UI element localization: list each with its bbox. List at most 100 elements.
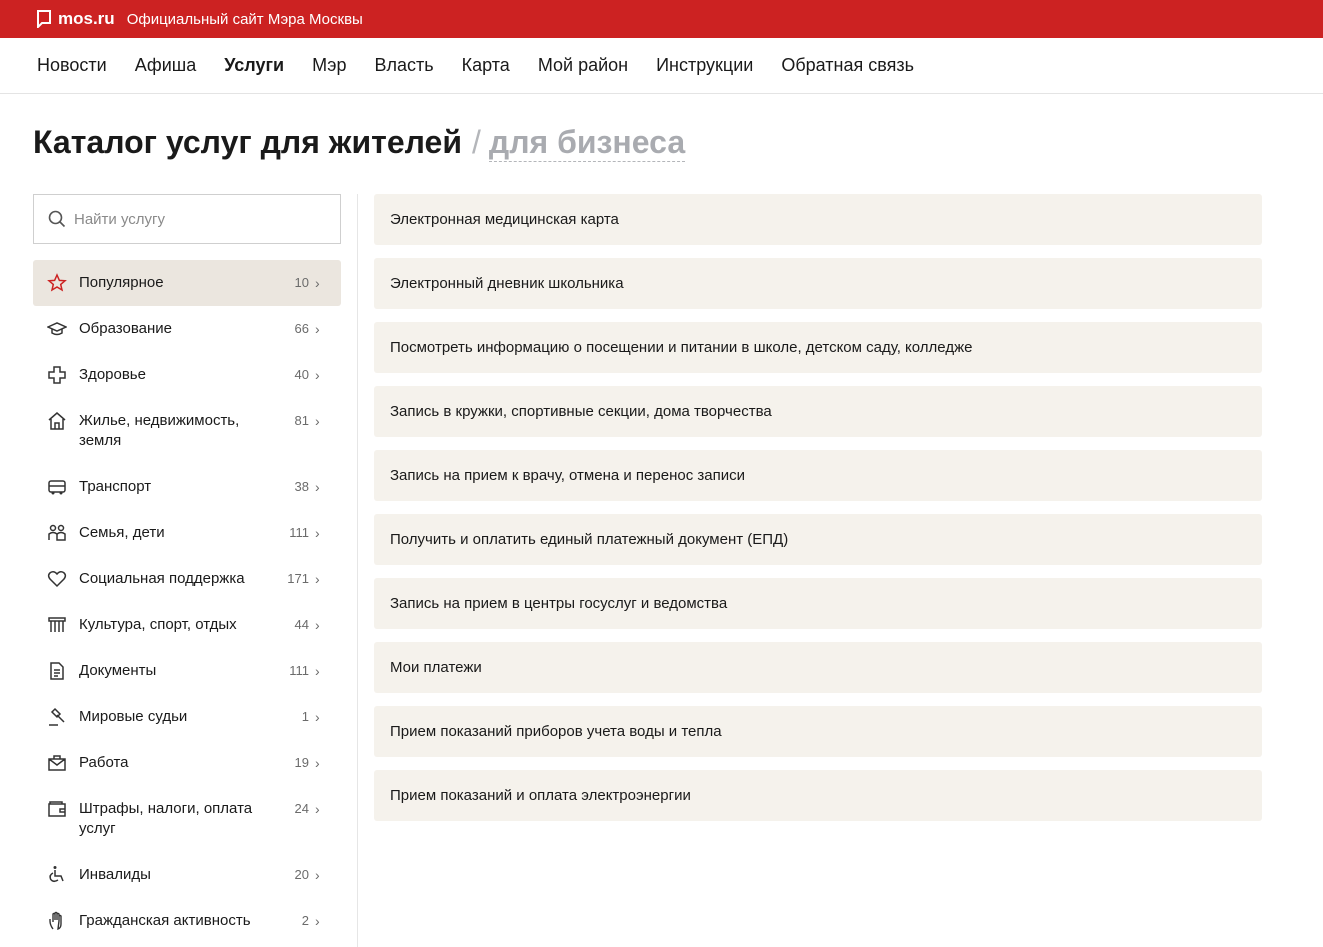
nav-item-2[interactable]: Услуги xyxy=(224,55,284,76)
category-0[interactable]: Популярное 10 › xyxy=(33,260,341,306)
chevron-right-icon: › xyxy=(315,479,320,495)
wallet-icon xyxy=(47,799,69,819)
service-item[interactable]: Электронная медицинская карта xyxy=(374,194,1262,245)
category-12[interactable]: Инвалиды 20 › xyxy=(33,852,341,898)
service-item[interactable]: Мои платежи xyxy=(374,642,1262,693)
chevron-right-icon: › xyxy=(315,321,320,337)
category-label: Инвалиды xyxy=(79,866,151,883)
chevron-right-icon: › xyxy=(315,413,320,429)
category-label: Семья, дети xyxy=(79,524,165,541)
category-label: Работа xyxy=(79,754,129,771)
category-count: 66 xyxy=(294,321,309,336)
category-9[interactable]: Мировые судьи 1 › xyxy=(33,694,341,740)
service-item[interactable]: Посмотреть информацию о посещении и пита… xyxy=(374,322,1262,373)
service-item[interactable]: Прием показаний и оплата электроэнергии xyxy=(374,770,1262,821)
logo-text[interactable]: mos.ru xyxy=(58,9,115,29)
category-count: 1 xyxy=(301,709,309,724)
nav-item-8[interactable]: Обратная связь xyxy=(781,55,914,76)
chevron-right-icon: › xyxy=(315,617,320,633)
service-item[interactable]: Запись на прием к врачу, отмена и перено… xyxy=(374,450,1262,501)
category-label: Штрафы, налоги, оплата услуг xyxy=(79,800,253,837)
site-title: Официальный сайт Мэра Москвы xyxy=(126,10,363,28)
page-title: Каталог услуг для жителей / для бизнеса xyxy=(33,124,686,168)
category-count: 38 xyxy=(294,479,309,494)
category-11[interactable]: Штрафы, налоги, оплата услуг 24 › xyxy=(33,786,341,852)
category-label: Документы xyxy=(79,662,157,679)
nav-item-3[interactable]: Мэр xyxy=(312,55,346,76)
chevron-right-icon: › xyxy=(315,275,320,291)
category-list: Популярное 10 › Образование 66 › Здоровье 40 › Жи… xyxy=(33,260,341,944)
category-count: 2 xyxy=(301,913,309,928)
chevron-right-icon: › xyxy=(315,801,320,817)
category-count: 24 xyxy=(294,801,309,816)
category-4[interactable]: Транспорт 38 › xyxy=(33,464,341,510)
category-6[interactable]: Социальная поддержка 171 › xyxy=(33,556,341,602)
document-icon xyxy=(47,661,69,681)
category-label: Культура, спорт, отдых xyxy=(79,616,237,633)
nav-item-6[interactable]: Мой район xyxy=(538,55,628,76)
service-item[interactable]: Получить и оплатить единый платежный док… xyxy=(374,514,1262,565)
category-count: 44 xyxy=(294,617,309,632)
service-item[interactable]: Запись на прием в центры госуслуг и ведо… xyxy=(374,578,1262,629)
search-icon xyxy=(48,210,66,228)
house-icon xyxy=(47,411,69,431)
main-nav: Новости Афиша Услуги Мэр Власть Карта Мой райо… xyxy=(0,38,1323,94)
chevron-right-icon: › xyxy=(315,663,320,679)
category-sidebar: Популярное10›Образование66›Здоровье40›Жи… xyxy=(33,194,341,947)
nav-item-4[interactable]: Власть xyxy=(374,55,433,76)
chevron-right-icon: › xyxy=(315,913,320,929)
category-1[interactable]: Образование 66 › xyxy=(33,306,341,352)
bus-icon xyxy=(47,477,69,497)
chevron-right-icon: › xyxy=(315,525,320,541)
category-8[interactable]: Документы 111 › xyxy=(33,648,341,694)
chevron-right-icon: › xyxy=(315,755,320,771)
category-label: Жилье, недвижимость, земля xyxy=(79,412,240,449)
category-count: 111 xyxy=(289,525,309,540)
family-icon xyxy=(47,523,69,543)
category-count: 10 xyxy=(294,275,309,290)
graduation-cap-icon xyxy=(46,319,69,339)
service-list: Электронная медицинская карта Электронный… xyxy=(374,194,1262,834)
chevron-right-icon: › xyxy=(315,571,320,587)
gavel-icon xyxy=(47,707,69,727)
service-item[interactable]: Электронный дневник школьника xyxy=(374,258,1262,309)
hand-icon xyxy=(47,911,69,931)
category-7[interactable]: Культура, спорт, отдых 44 › xyxy=(33,602,341,648)
category-count: 40 xyxy=(294,367,309,382)
category-count: 19 xyxy=(294,755,309,770)
service-item[interactable]: Прием показаний приборов учета воды и те… xyxy=(374,706,1262,757)
wheelchair-icon xyxy=(47,865,69,885)
business-catalog-link[interactable]: для бизнеса xyxy=(488,124,686,162)
chevron-right-icon: › xyxy=(315,867,320,883)
category-label: Гражданская активность xyxy=(79,912,251,929)
nav-item-0[interactable]: Новости xyxy=(37,55,107,76)
category-3[interactable]: Жилье, недвижимость, земля 81 › xyxy=(33,398,341,464)
category-label: Социальная поддержка xyxy=(79,570,245,587)
chevron-right-icon: › xyxy=(315,709,320,725)
nav-item-5[interactable]: Карта xyxy=(462,55,510,76)
medical-cross-icon xyxy=(47,365,69,385)
service-item[interactable]: Запись в кружки, спортивные секции, дома… xyxy=(374,386,1262,437)
category-10[interactable]: Работа 19 › xyxy=(33,740,341,786)
search-input[interactable] xyxy=(74,210,340,228)
sidebar-divider xyxy=(357,194,358,947)
nav-item-7[interactable]: Инструкции xyxy=(656,55,753,76)
category-13[interactable]: Гражданская активность 2 › xyxy=(33,898,341,944)
search-box[interactable] xyxy=(33,194,341,244)
nav-item-1[interactable]: Афиша xyxy=(135,55,197,76)
category-label: Мировые судьи xyxy=(79,708,188,725)
briefcase-icon xyxy=(47,753,69,773)
category-label: Образование xyxy=(79,320,172,337)
top-bar: mos.ru Официальный сайт Мэра Москвы xyxy=(0,0,1323,38)
category-count: 20 xyxy=(294,867,309,882)
category-label: Популярное xyxy=(79,274,164,291)
category-label: Транспорт xyxy=(79,478,152,495)
heart-icon xyxy=(47,569,69,589)
title-slash: / xyxy=(471,124,481,160)
category-5[interactable]: Семья, дети 111 › xyxy=(33,510,341,556)
category-count: 171 xyxy=(287,571,309,586)
category-2[interactable]: Здоровье 40 › xyxy=(33,352,341,398)
star-icon xyxy=(47,273,69,293)
category-label: Здоровье xyxy=(79,366,146,383)
mos-logo-icon[interactable] xyxy=(36,10,52,30)
